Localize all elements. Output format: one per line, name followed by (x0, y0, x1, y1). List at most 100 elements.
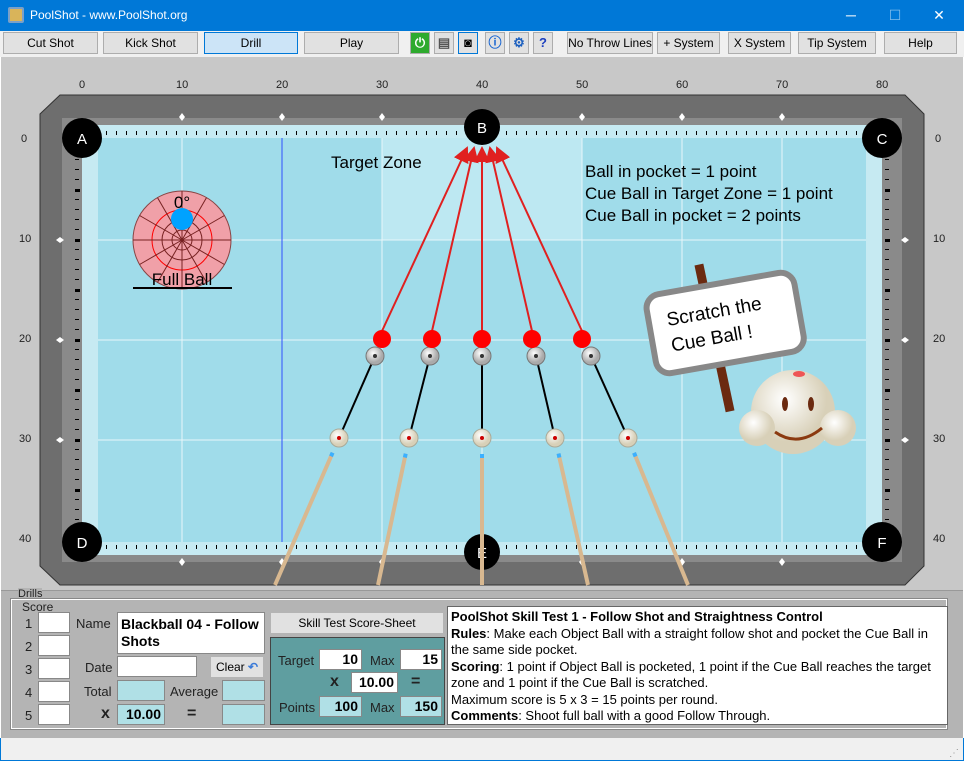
rail-tick (406, 545, 407, 549)
rail-tick (806, 545, 807, 549)
max-field[interactable]: 15 (400, 649, 442, 670)
score-row-field[interactable] (38, 635, 70, 656)
object-ball (473, 330, 491, 348)
rail-tick (75, 389, 80, 392)
rail-tick (446, 545, 447, 549)
target-zone-label: Target Zone (331, 153, 422, 172)
rail-tick (186, 545, 187, 549)
ghost-ball-center (480, 354, 484, 358)
date-field[interactable] (117, 656, 197, 677)
pocket-label-d: D (77, 535, 88, 552)
rail-tick (766, 131, 767, 135)
rail-tick (885, 289, 890, 292)
rail-tick (526, 545, 527, 549)
score-result-field[interactable] (222, 704, 265, 725)
name-field[interactable]: Blackball 04 - Follow Shots (117, 612, 265, 654)
target-field[interactable]: 10 (319, 649, 362, 670)
rail-tick (116, 131, 117, 135)
skill-x-label: x (330, 673, 339, 690)
rail-tick (816, 545, 817, 549)
rail-tick (75, 209, 79, 210)
score-row-field[interactable] (38, 658, 70, 679)
rail-tick (885, 489, 890, 492)
total-field[interactable] (117, 680, 165, 701)
rail-tick (146, 131, 147, 135)
rail-tick (75, 249, 79, 250)
rail-tick (586, 545, 587, 549)
rail-tick (256, 545, 257, 549)
rail-tick (846, 131, 847, 135)
rail-tick (885, 189, 890, 192)
rail-tick (356, 131, 357, 135)
rail-tick (706, 131, 707, 135)
rail-tick (356, 545, 357, 549)
average-field[interactable] (222, 680, 265, 701)
score-multiplier-field[interactable]: 10.00 (117, 704, 165, 725)
rail-tick (676, 545, 677, 549)
rail-tick (656, 131, 657, 135)
rail-tick (346, 131, 347, 135)
rail-tick (75, 439, 80, 442)
undo-icon: ↶ (248, 660, 259, 674)
rail-tick (166, 545, 167, 549)
rail-tick (666, 545, 667, 549)
rail-tick (416, 131, 417, 135)
cue-ball-dot (480, 436, 484, 440)
rail-tick (885, 409, 889, 410)
rail-tick (885, 509, 889, 510)
rail-tick (176, 131, 177, 135)
rail-tick (446, 131, 447, 135)
max-label: Max (370, 653, 395, 668)
rail-tick (536, 545, 537, 549)
rail-tick (885, 209, 889, 210)
description-title: PoolShot Skill Test 1 - Follow Shot and … (451, 609, 823, 624)
rail-tick (526, 131, 527, 135)
score-row-label: 1 (25, 616, 33, 631)
pool-table[interactable]: A B C D E F Target Zone Ball in pocket =… (0, 0, 964, 590)
rail-tick (826, 545, 827, 549)
rail-tick (885, 239, 890, 242)
cue-tip (329, 451, 335, 458)
score-row-field[interactable] (38, 704, 70, 725)
rail-tick (75, 349, 79, 350)
points-max-field[interactable]: 150 (400, 696, 442, 717)
rail-tick (75, 319, 79, 320)
rail-tick (156, 131, 157, 135)
clear-button[interactable]: Clear ↶ (211, 657, 263, 677)
rail-tick (885, 469, 889, 470)
rail-tick (196, 131, 197, 135)
aim-label: Full Ball (152, 270, 212, 289)
rail-tick (626, 545, 627, 549)
rail-tick (506, 545, 507, 549)
rail-tick (406, 131, 407, 135)
skill-test-panel: Target 10 Max 15 x 10.00 = Points 100 Ma… (270, 637, 445, 725)
rail-tick (646, 131, 647, 135)
rail-tick (436, 131, 437, 135)
rail-tick (696, 545, 697, 549)
rail-tick (546, 131, 547, 135)
rail-tick (75, 369, 79, 370)
resize-grip-icon[interactable]: ⋰ (949, 748, 959, 759)
skill-multiplier-field[interactable]: 10.00 (351, 672, 398, 693)
rail-tick (246, 545, 247, 549)
cue-ball-dot (407, 436, 411, 440)
rail-tick (166, 131, 167, 135)
rail-tick (186, 131, 187, 135)
rail-tick (266, 545, 267, 549)
aim-indicator[interactable]: 0° Full Ball (132, 190, 232, 290)
rail-tick (516, 131, 517, 135)
score-row-field[interactable] (38, 681, 70, 702)
rail-tick (746, 545, 747, 549)
rail-tick (396, 131, 397, 135)
scoring-line-1: Ball in pocket = 1 point (585, 162, 757, 181)
rail-tick (286, 545, 287, 549)
skill-test-score-sheet-button[interactable]: Skill Test Score-Sheet (271, 613, 443, 633)
rail-tick (856, 545, 857, 549)
total-label: Total (84, 684, 112, 699)
rail-tick (106, 545, 107, 549)
rail-tick (386, 131, 387, 135)
rail-tick (75, 189, 80, 192)
score-row-field[interactable] (38, 612, 70, 633)
rail-tick (75, 499, 79, 500)
points-field[interactable]: 100 (319, 696, 362, 717)
